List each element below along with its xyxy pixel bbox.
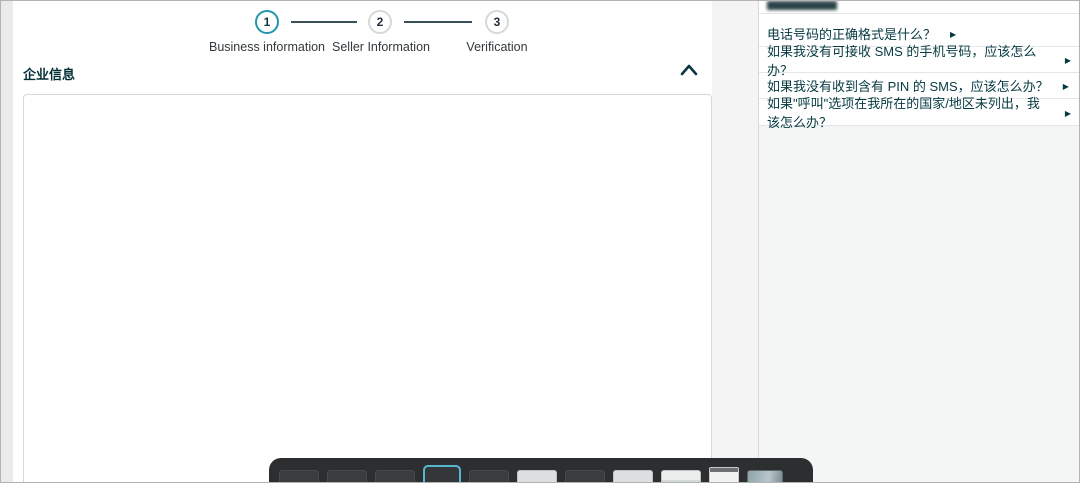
step-3-label: Verification bbox=[427, 40, 567, 54]
dock-thumbnail[interactable] bbox=[279, 470, 319, 483]
dock-thumbnail[interactable] bbox=[709, 467, 739, 483]
step-2-number: 2 bbox=[377, 15, 384, 29]
dock-thumbnail[interactable] bbox=[327, 470, 367, 483]
dock-thumbnail[interactable] bbox=[613, 470, 653, 483]
column-gap bbox=[712, 1, 758, 483]
registration-window: 1 2 3 Business information Seller Inform… bbox=[0, 0, 1080, 483]
dock-thumbnail[interactable] bbox=[375, 470, 415, 483]
dock-thumbnail[interactable] bbox=[661, 470, 701, 483]
dock-thumbnail-row bbox=[279, 470, 783, 483]
step-connector-2 bbox=[404, 21, 472, 23]
expand-arrow-icon: ▶ bbox=[950, 30, 956, 39]
step-3-number: 3 bbox=[494, 15, 501, 29]
faq-item-text: 如果"呼叫"选项在我所在的国家/地区未列出，我该怎么办？ bbox=[767, 93, 1051, 131]
expand-arrow-icon: ▶ bbox=[1063, 82, 1069, 91]
section-title: 企业信息 bbox=[23, 64, 75, 83]
dock-thumbnail[interactable] bbox=[517, 470, 557, 483]
faq-panel: 电话号码的正确格式是什么？ ▶ 如果我没有可接收 SMS 的手机号码，应该怎么办… bbox=[758, 1, 1080, 483]
step-connector-1 bbox=[291, 21, 357, 23]
dock-thumbnail[interactable] bbox=[469, 470, 509, 483]
business-info-card bbox=[23, 94, 712, 483]
faq-item-no-sms-number[interactable]: 如果我没有可接收 SMS 的手机号码，应该怎么办？ ▶ bbox=[759, 47, 1080, 73]
faq-heading-redacted bbox=[767, 1, 837, 10]
step-2-circle: 2 bbox=[368, 10, 392, 34]
left-gutter bbox=[1, 1, 13, 483]
faq-header-area bbox=[759, 1, 1080, 14]
dock-thumbnail-active[interactable] bbox=[423, 465, 461, 483]
step-3-circle: 3 bbox=[485, 10, 509, 34]
faq-item-call-option-unlisted[interactable]: 如果"呼叫"选项在我所在的国家/地区未列出，我该怎么办？ ▶ bbox=[759, 99, 1080, 126]
chevron-up-icon bbox=[679, 63, 699, 77]
expand-arrow-icon: ▶ bbox=[1065, 56, 1071, 65]
faq-list: 电话号码的正确格式是什么？ ▶ 如果我没有可接收 SMS 的手机号码，应该怎么办… bbox=[759, 1, 1080, 126]
collapse-section-button[interactable] bbox=[679, 63, 701, 79]
expand-arrow-icon: ▶ bbox=[1065, 109, 1071, 118]
step-1-circle: 1 bbox=[255, 10, 279, 34]
thumbnail-dock bbox=[269, 458, 813, 483]
dock-thumbnail[interactable] bbox=[565, 470, 605, 483]
step-1-number: 1 bbox=[264, 15, 271, 29]
dock-thumbnail[interactable] bbox=[747, 470, 783, 483]
faq-item-text: 如果我没有可接收 SMS 的手机号码，应该怎么办？ bbox=[767, 41, 1051, 79]
